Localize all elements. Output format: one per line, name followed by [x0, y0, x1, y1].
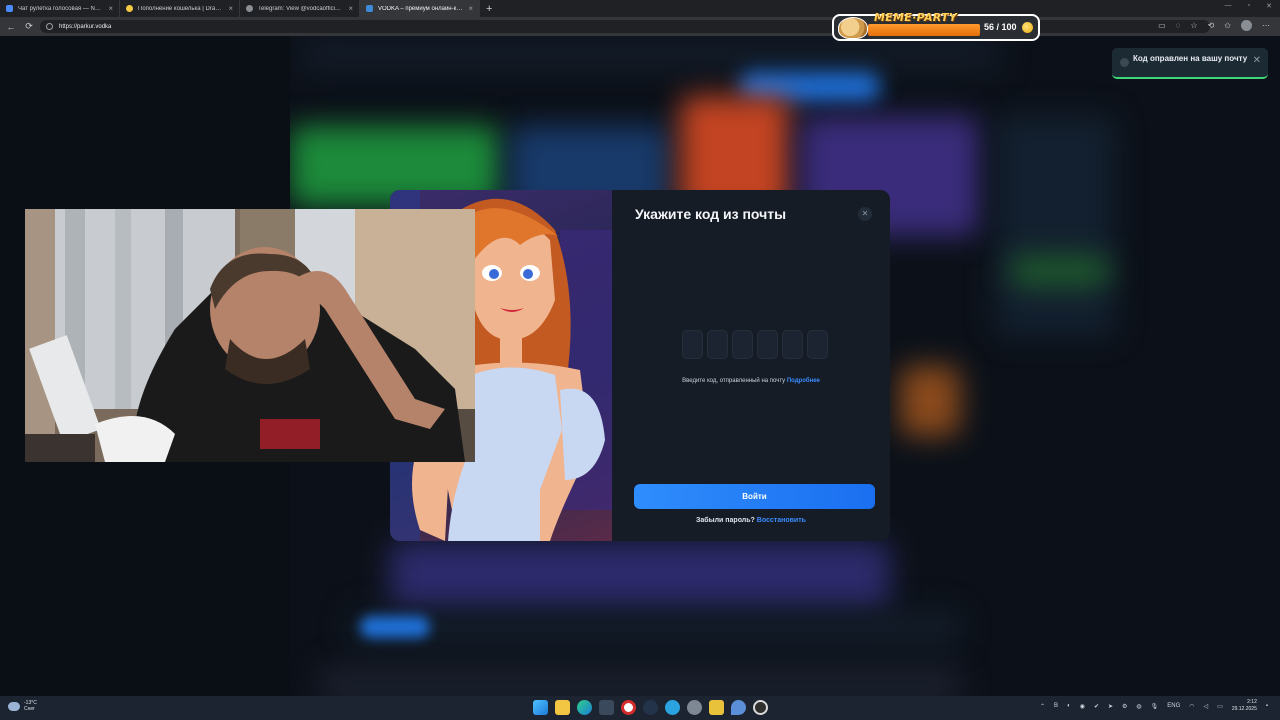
- wifi-icon[interactable]: ◠: [1189, 703, 1194, 710]
- browser-tab-strip: Чат рулетка голосовая — Nekto × Пополнен…: [0, 0, 1280, 17]
- windows-taskbar: -13°C Снег ⌃ B ◐ ◉ ✔ ➤ ⚙ ◍ 🎙 ENG ◠ ◁ ▭ 2…: [0, 696, 1280, 720]
- window-controls: — ▫ ✕: [1225, 2, 1272, 10]
- toast-close-icon[interactable]: ✕: [1253, 55, 1261, 66]
- code-digit-input[interactable]: [682, 330, 703, 359]
- obs-icon[interactable]: [753, 700, 768, 715]
- streamer-webcam-image: [25, 209, 475, 462]
- weather-desc: Снег: [24, 706, 35, 712]
- star-icon[interactable]: ☆: [1190, 21, 1197, 30]
- settings-gear-icon[interactable]: [687, 700, 702, 715]
- globe-icon: [246, 5, 253, 12]
- chevron-up-icon[interactable]: ⌃: [1040, 703, 1045, 710]
- reader-icon[interactable]: ▭: [1158, 21, 1166, 30]
- details-link[interactable]: Подробнее: [787, 378, 820, 384]
- code-input-group: [682, 330, 828, 359]
- check-tray-icon[interactable]: ✔: [1094, 703, 1099, 710]
- toolbar-actions: ▭ ◌ ☆ ⟲ ✩ ⋯: [1158, 20, 1270, 31]
- reload-icon[interactable]: ⟳: [24, 21, 34, 32]
- extension-icon[interactable]: ◌: [1176, 21, 1181, 30]
- restore-link[interactable]: Восстановить: [757, 517, 806, 524]
- modal-form-panel: Укажите код из почты ✕ Введите код, отпр…: [612, 190, 890, 541]
- discord-tray-icon[interactable]: ◍: [1136, 703, 1141, 710]
- tab-nekto[interactable]: Чат рулетка голосовая — Nekto ×: [0, 0, 120, 17]
- taskbar-apps: [533, 700, 768, 715]
- tab-title: Чат рулетка голосовая — Nekto: [18, 5, 104, 12]
- tab-dragon[interactable]: Пополнение кошелька | Dragon ×: [120, 0, 240, 17]
- yandex-tray-icon[interactable]: ◉: [1080, 703, 1085, 710]
- meme-title: MEME·PARTY: [874, 11, 958, 24]
- store-icon[interactable]: [599, 700, 614, 715]
- url-text: https://parkur.vodka: [59, 23, 112, 30]
- login-button[interactable]: Войти: [634, 484, 875, 509]
- edge-icon[interactable]: [577, 700, 592, 715]
- minimize-icon[interactable]: —: [1225, 2, 1232, 10]
- nekto-favicon-icon: [6, 5, 13, 12]
- forgot-text: Забыли пароль?: [696, 517, 757, 524]
- steam-tray-icon[interactable]: ⚙: [1122, 703, 1127, 710]
- back-icon[interactable]: ←: [6, 22, 16, 32]
- file-explorer-icon[interactable]: [555, 700, 570, 715]
- more-icon[interactable]: ⋯: [1262, 21, 1270, 30]
- window-close-icon[interactable]: ✕: [1266, 2, 1272, 10]
- tab-title: Telegram: View @vodcaofficialzeno: [258, 5, 344, 12]
- site-info-icon[interactable]: [46, 23, 53, 30]
- close-icon[interactable]: ×: [348, 4, 353, 13]
- close-icon[interactable]: ×: [228, 4, 233, 13]
- weather-widget[interactable]: -13°C Снег: [8, 700, 37, 712]
- code-digit-input[interactable]: [782, 330, 803, 359]
- maximize-icon[interactable]: ▫: [1248, 2, 1250, 10]
- check-icon: [1120, 58, 1129, 67]
- system-tray: ⌃ B ◐ ◉ ✔ ➤ ⚙ ◍ 🎙 ENG ◠ ◁ ▭ 2:12 29.12.2…: [1040, 699, 1268, 713]
- windows-start-icon[interactable]: [533, 700, 548, 715]
- tab-telegram[interactable]: Telegram: View @vodcaofficialzeno ×: [240, 0, 360, 17]
- favorites-icon[interactable]: ✩: [1224, 21, 1231, 30]
- avatar[interactable]: [1241, 20, 1252, 31]
- language-indicator[interactable]: ENG: [1167, 703, 1180, 709]
- clock-date: 29.12.2025: [1231, 706, 1257, 712]
- doge-icon: [838, 17, 868, 39]
- vodka-favicon-icon: [366, 5, 373, 12]
- yandex-browser-icon[interactable]: [621, 700, 636, 715]
- hint-text: Введите код, отправленный на почту: [682, 378, 787, 384]
- weather-text: -13°C Снег: [24, 700, 37, 712]
- game-app-icon[interactable]: [709, 700, 724, 715]
- tab-title: Пополнение кошелька | Dragon: [138, 5, 224, 12]
- forgot-password: Забыли пароль? Восстановить: [612, 517, 890, 524]
- telegram-icon[interactable]: [665, 700, 680, 715]
- toast-message: Код оправлен на вашу почту: [1133, 54, 1248, 63]
- close-icon[interactable]: ×: [468, 4, 473, 13]
- clock[interactable]: 2:12 29.12.2025: [1232, 699, 1257, 713]
- code-digit-input[interactable]: [707, 330, 728, 359]
- meme-party-widget: MEME·PARTY 56 / 100: [832, 11, 1040, 41]
- address-bar-row: ← ⟳ https://parkur.vodka ▭ ◌ ☆ ⟲ ✩ ⋯: [0, 17, 1280, 36]
- volume-icon[interactable]: ◁: [1204, 703, 1209, 710]
- notification-toast: Код оправлен на вашу почту ✕: [1112, 48, 1268, 79]
- meme-count: 56 / 100: [984, 22, 1017, 32]
- webcam-overlay: [25, 209, 475, 462]
- dragon-favicon-icon: [126, 5, 133, 12]
- battery-icon[interactable]: ▭: [1217, 703, 1223, 710]
- code-hint: Введите код, отправленный на почту Подро…: [612, 378, 890, 384]
- clock-time: 2:12: [1247, 699, 1257, 705]
- modal-close-icon[interactable]: ✕: [858, 207, 872, 221]
- cloud-icon: [8, 701, 20, 711]
- coin-icon: [1022, 22, 1033, 33]
- code-digit-input[interactable]: [807, 330, 828, 359]
- new-tab-button[interactable]: +: [486, 3, 492, 15]
- close-icon[interactable]: ×: [108, 4, 113, 13]
- water-drop-icon[interactable]: [731, 700, 746, 715]
- vpn-icon[interactable]: ◐: [1067, 703, 1071, 709]
- code-digit-input[interactable]: [757, 330, 778, 359]
- notifications-icon[interactable]: ▪: [1266, 703, 1268, 709]
- modal-title: Укажите код из почты: [635, 206, 787, 222]
- tab-vodka[interactable]: VODKA – премиум онлайн-казино ×: [360, 0, 480, 17]
- sync-icon[interactable]: ⟲: [1208, 21, 1215, 30]
- mic-icon[interactable]: 🎙: [1151, 703, 1159, 710]
- code-digit-input[interactable]: [732, 330, 753, 359]
- tray-b-icon[interactable]: B: [1054, 703, 1058, 709]
- telegram-tray-icon[interactable]: ➤: [1108, 703, 1113, 710]
- tab-title: VODKA – премиум онлайн-казино: [378, 5, 464, 12]
- meme-progress-bar: [868, 24, 980, 36]
- steam-icon[interactable]: [643, 700, 658, 715]
